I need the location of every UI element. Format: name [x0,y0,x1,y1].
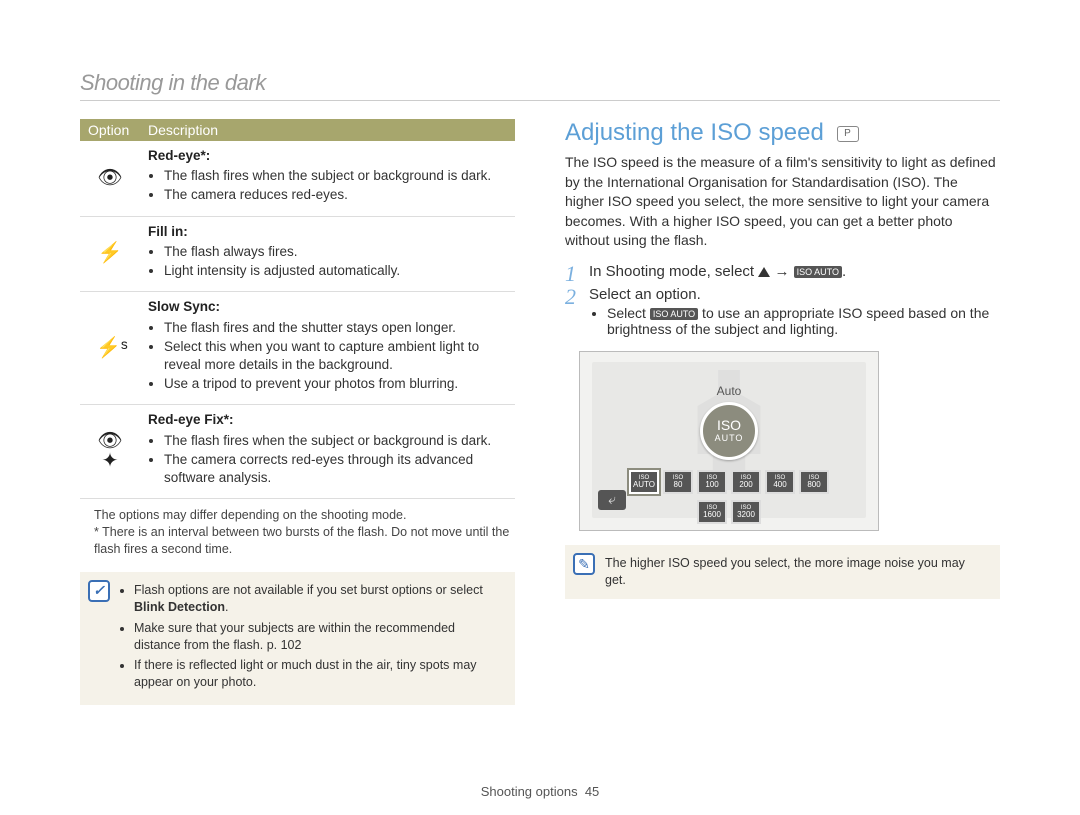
auto-label: Auto [717,384,742,398]
option-bullet: The flash fires when the subject or back… [164,167,507,185]
option-bullet: Use a tripod to prevent your photos from… [164,375,507,393]
footnote: * There is an interval between two burst… [94,524,515,558]
info-box-right: ✎ The higher ISO speed you select, the m… [565,545,1000,599]
option-title: Fill in: [148,224,188,239]
info-item: Make sure that your subjects are within … [134,620,503,654]
info-box-left: ✓ Flash options are not available if you… [80,572,515,705]
option-bullet: The flash fires when the subject or back… [164,432,507,450]
iso-auto-badge: ISO AUTO [700,402,758,460]
option-title: Red-eye Fix*: [148,412,234,427]
info-icon: ✓ [88,580,110,602]
iso-option-3200[interactable]: ISO3200 [731,500,761,524]
slow-sync-icon: ⚡ˢ [96,338,124,358]
option-bullet: The flash fires and the shutter stays op… [164,319,507,337]
fill-in-icon: ⚡ [96,243,124,263]
step-2-sub: Select ISO AUTO to use an appropriate IS… [607,305,1000,337]
iso-option-100[interactable]: ISO100 [697,470,727,494]
flash-options-table: Option Description 👁 Red-eye*: The flash… [80,119,515,499]
option-bullet: Light intensity is adjusted automaticall… [164,262,507,280]
option-bullet: The camera reduces red-eyes. [164,186,507,204]
footnote: The options may differ depending on the … [94,507,515,524]
lcd-preview: Auto ISO AUTO ISOAUTO ISO80 ISO100 ISO20… [579,351,879,531]
iso-option-800[interactable]: ISO800 [799,470,829,494]
table-header-option: Option [80,119,140,141]
option-bullet: The flash always fires. [164,243,507,261]
step-1: 1 In Shooting mode, select → ISO AUTO. [565,263,1000,280]
program-mode-icon: P [837,126,859,142]
page-footer: Shooting options 45 [0,784,1080,799]
option-bullet: Select this when you want to capture amb… [164,338,507,374]
option-title: Red-eye*: [148,148,210,163]
iso-auto-chip-icon: ISO AUTO [650,308,698,320]
breadcrumb: Shooting in the dark [80,70,1000,96]
red-eye-icon: 👁 [96,168,124,188]
intro-paragraph: The ISO speed is the measure of a film's… [565,153,1000,251]
iso-option-auto[interactable]: ISOAUTO [629,470,659,494]
back-button[interactable]: ⤶ [598,490,626,510]
divider [80,100,1000,101]
step-2: 2 Select an option. Select ISO AUTO to u… [565,286,1000,337]
iso-option-400[interactable]: ISO400 [765,470,795,494]
iso-auto-chip-icon: ISO AUTO [794,266,842,278]
iso-option-1600[interactable]: ISO1600 [697,500,727,524]
section-title: Adjusting the ISO speed P [565,119,1000,147]
up-arrow-icon [758,267,770,277]
option-bullet: The camera corrects red-eyes through its… [164,451,507,487]
info-item: If there is reflected light or much dust… [134,657,503,691]
red-eye-fix-icon: 👁✦ [96,431,124,451]
info-note: The higher ISO speed you select, the mor… [605,555,988,589]
info-item: Flash options are not available if you s… [134,582,503,616]
table-header-description: Description [140,119,515,141]
option-title: Slow Sync: [148,299,220,314]
iso-option-80[interactable]: ISO80 [663,470,693,494]
note-icon: ✎ [573,553,595,575]
iso-option-200[interactable]: ISO200 [731,470,761,494]
